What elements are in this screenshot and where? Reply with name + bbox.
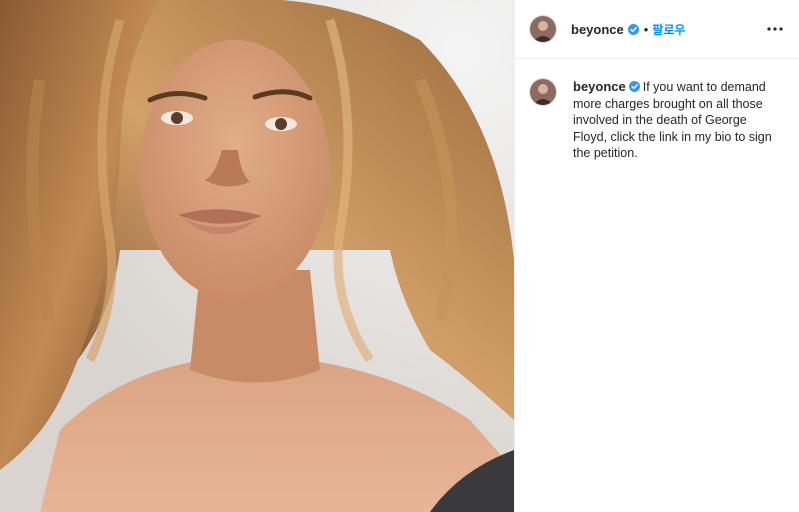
follow-button[interactable]: 팔로우 [652,21,685,38]
more-options-button[interactable] [763,17,787,41]
caption-username[interactable]: beyonce [573,79,626,94]
post-media-image [0,0,514,512]
separator-dot: • [643,21,649,37]
caption-comment: beyonce If you want to demand more charg… [515,59,799,162]
caption-body: beyonce If you want to demand more charg… [573,79,778,162]
verified-badge-icon [628,81,640,92]
caption-avatar[interactable] [529,78,557,106]
post-media-video[interactable] [0,0,514,512]
header-username[interactable]: beyonce [571,22,624,37]
instagram-post: beyonce • 팔로우 beyonce If you want to dem… [0,0,799,512]
post-side-panel: beyonce • 팔로우 beyonce If you want to dem… [514,0,799,512]
verified-badge-icon [627,23,639,35]
avatar[interactable] [529,15,557,43]
post-header: beyonce • 팔로우 [515,0,799,59]
avatar-image [530,79,556,105]
avatar-image [530,16,556,42]
more-horizontal-icon [767,27,783,31]
